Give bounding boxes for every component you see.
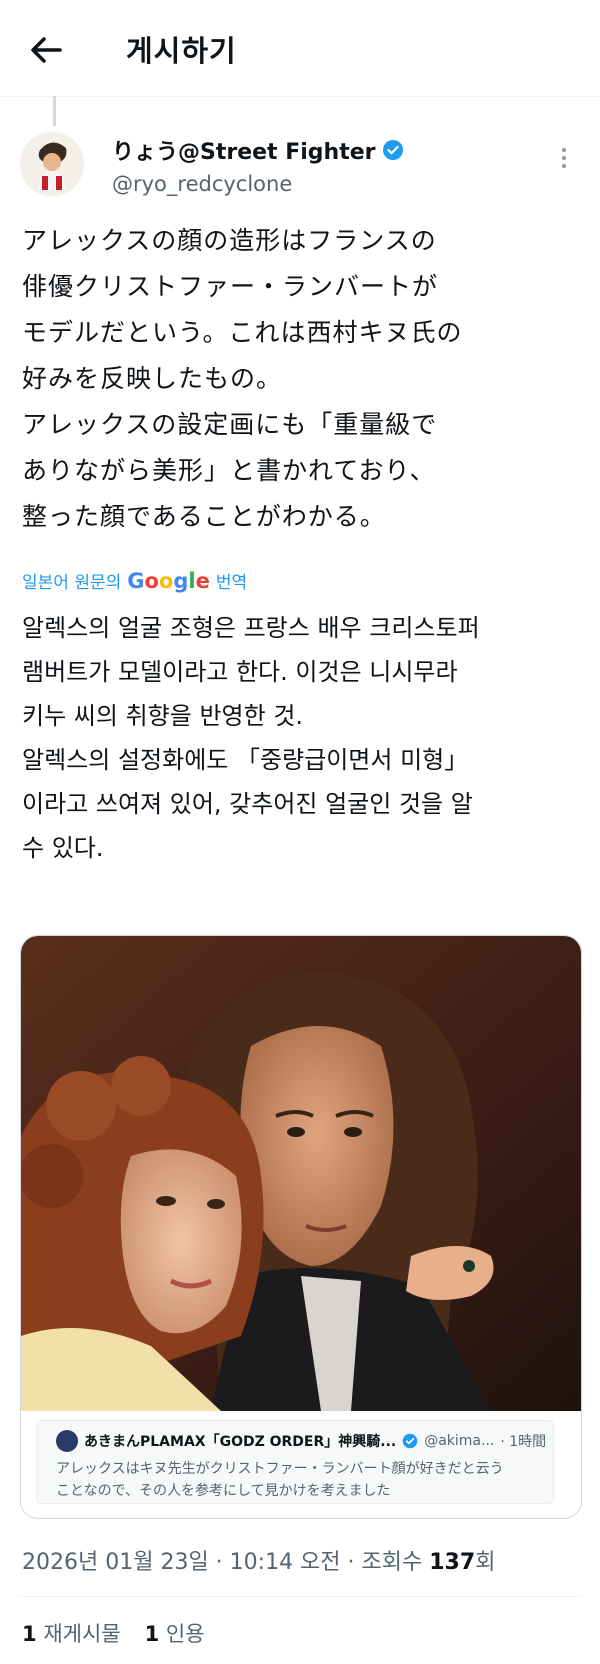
reposts-count: 1 bbox=[22, 1622, 37, 1646]
page-title: 게시하기 bbox=[126, 34, 237, 68]
thread-connector bbox=[53, 96, 56, 126]
verified-badge-icon bbox=[382, 140, 403, 160]
translate-prefix: 일본어 원문의 bbox=[22, 573, 122, 593]
display-name[interactable]: りょう@Street Fighter bbox=[112, 134, 376, 166]
engagement-stats: 1 재게시물 1 인용 bbox=[22, 1618, 205, 1648]
quotes-link[interactable]: 1 인용 bbox=[145, 1618, 205, 1648]
quotes-label: 인용 bbox=[165, 1622, 205, 1646]
quoted-avatar bbox=[56, 1430, 78, 1452]
quoted-name: あきまんPLAMAX「GODZ ORDER」神興騎... bbox=[84, 1434, 397, 1450]
view-count: 137 bbox=[429, 1550, 476, 1575]
quoted-handle: @akima... bbox=[424, 1433, 495, 1449]
view-suffix: 회 bbox=[475, 1550, 496, 1575]
more-options-icon bbox=[562, 148, 566, 152]
timestamp[interactable]: 2026년 01월 23일 · 10:14 오전 · 조회수 bbox=[22, 1550, 422, 1575]
verified-badge-icon bbox=[402, 1433, 418, 1449]
quoted-text: アレックスはキヌ先生がクリストファー・ランバート顔が好きだと云う ことなので、そ… bbox=[56, 1461, 504, 1499]
author-handle[interactable]: @ryo_redcyclone bbox=[112, 172, 404, 196]
post-photo[interactable] bbox=[21, 936, 581, 1411]
quotes-count: 1 bbox=[144, 1622, 160, 1646]
post-text-original: アレックスの顔の造形はフランスの 俳優クリストファー・ランバートが モデルだとい… bbox=[22, 226, 463, 531]
back-button[interactable] bbox=[26, 30, 66, 70]
top-bar: 게시하기 bbox=[0, 0, 600, 97]
google-logo: Google bbox=[127, 568, 210, 593]
quoted-post-header[interactable]: あきまんPLAMAX「GODZ ORDER」神興騎... @akima... ·… bbox=[56, 1430, 546, 1452]
quoted-time: · 1時間 bbox=[500, 1434, 547, 1450]
author-block: りょう@Street Fighter @ryo_redcyclone bbox=[112, 134, 404, 196]
divider bbox=[20, 1596, 580, 1597]
post-meta: 2026년 01월 23일 · 10:14 오전 · 조회수 137회 bbox=[22, 1544, 495, 1576]
author-name-row[interactable]: りょう@Street Fighter bbox=[112, 134, 404, 166]
more-options-button[interactable] bbox=[556, 148, 572, 172]
translation-attribution[interactable]: 일본어 원문의 Google 번역 bbox=[22, 568, 248, 594]
reposts-label: 재게시물 bbox=[43, 1622, 121, 1646]
translate-suffix: 번역 bbox=[215, 573, 248, 593]
post-text-translated: 알렉스의 얼굴 조형은 프랑스 배우 크리스토퍼 램버트가 모델이라고 한다. … bbox=[22, 614, 480, 862]
avatar[interactable] bbox=[20, 132, 84, 196]
back-arrow-icon bbox=[31, 37, 62, 63]
reposts-link[interactable]: 1 재게시물 bbox=[22, 1618, 121, 1648]
